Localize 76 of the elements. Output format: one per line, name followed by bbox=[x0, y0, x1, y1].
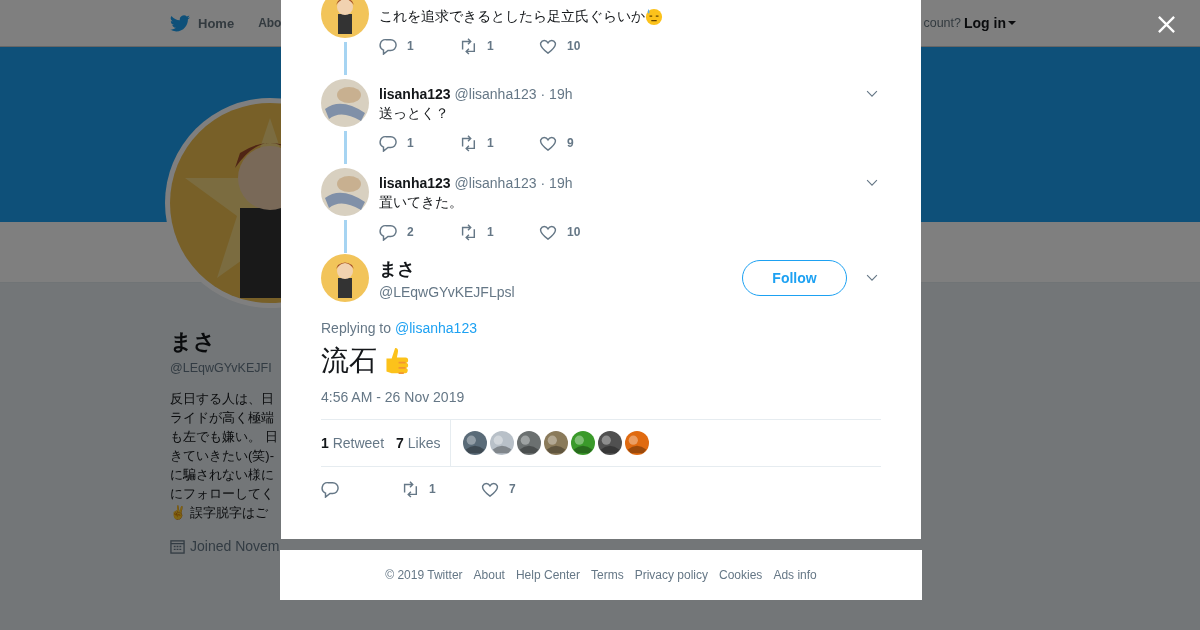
home-link[interactable]: Home bbox=[198, 15, 235, 31]
tweet-timestamp[interactable]: 4:56 AM - 26 Nov 2019 bbox=[321, 389, 881, 405]
footer-link[interactable]: About bbox=[473, 568, 505, 582]
bio-line: きていきたい(笑)- bbox=[170, 447, 274, 465]
thumbs-up-icon bbox=[383, 345, 409, 377]
tweet-text: 流石 bbox=[321, 344, 377, 378]
liker-avatar[interactable] bbox=[544, 431, 569, 455]
like-icon[interactable] bbox=[481, 480, 499, 498]
tweet-text: 送っとく？ bbox=[379, 105, 449, 123]
bio-line: ライドが高く極端 bbox=[170, 409, 274, 427]
footer-link[interactable]: Privacy policy bbox=[634, 568, 708, 582]
retweet-icon[interactable] bbox=[401, 480, 419, 498]
thread-line bbox=[343, 42, 347, 75]
footer-link[interactable]: Cookies bbox=[719, 568, 763, 582]
replying-label: Replying to bbox=[321, 320, 392, 336]
footer-link[interactable]: Ads info bbox=[773, 568, 817, 582]
liker-avatar[interactable] bbox=[517, 431, 542, 455]
retweet-count: 1 bbox=[429, 482, 436, 496]
reply-count: 1 bbox=[407, 136, 414, 150]
user-name[interactable]: まさ bbox=[379, 256, 742, 281]
bio-line: ✌ 誤字脱字はご bbox=[170, 504, 268, 522]
like-icon[interactable] bbox=[539, 223, 557, 241]
user-handle[interactable]: @lisanha123 bbox=[454, 86, 537, 102]
tweet-text: これを追求できるとしたら足立氏ぐらいか bbox=[379, 8, 645, 26]
reply-count: 2 bbox=[407, 225, 414, 239]
copyright-text: © 2019 Twitter bbox=[385, 568, 463, 582]
footer-link[interactable]: Terms bbox=[591, 568, 624, 582]
liker-avatar[interactable] bbox=[598, 431, 623, 455]
calendar-icon bbox=[170, 538, 185, 554]
close-icon[interactable] bbox=[1157, 15, 1176, 34]
like-count: 9 bbox=[567, 136, 574, 150]
user-handle[interactable]: @lisanha123 bbox=[454, 175, 537, 191]
tweet-text: 置いてきた。 bbox=[379, 194, 463, 212]
like-count: 10 bbox=[567, 225, 581, 239]
retweet-icon[interactable] bbox=[459, 223, 477, 241]
user-handle[interactable]: @LEqwGYvKEJFLpsl bbox=[379, 283, 742, 300]
joined-date: Joined Novem bbox=[190, 538, 280, 554]
thread-line bbox=[343, 220, 347, 253]
login-button[interactable]: Log in bbox=[964, 15, 1016, 31]
reply-icon[interactable] bbox=[379, 134, 397, 152]
follow-button[interactable]: Follow bbox=[742, 260, 847, 296]
account-prompt: count? bbox=[923, 16, 961, 30]
stat-link[interactable]: 7 Likes bbox=[396, 435, 441, 451]
like-icon[interactable] bbox=[539, 37, 557, 55]
liker-avatar[interactable] bbox=[571, 431, 596, 455]
reply-count: 1 bbox=[407, 39, 414, 53]
reply-icon[interactable] bbox=[321, 480, 339, 498]
footer-link[interactable]: Help Center bbox=[515, 568, 580, 582]
liker-avatar[interactable] bbox=[463, 431, 488, 455]
tweet-time[interactable]: · 19h bbox=[540, 86, 573, 102]
like-icon[interactable] bbox=[539, 134, 557, 152]
bio-line: にフォローしてく bbox=[170, 485, 274, 503]
reply-icon[interactable] bbox=[379, 223, 397, 241]
like-count: 10 bbox=[567, 39, 581, 53]
sweat-emoji-icon bbox=[645, 8, 663, 26]
reply-icon[interactable] bbox=[379, 37, 397, 55]
tweet-time[interactable]: · 19h bbox=[540, 175, 573, 191]
user-name[interactable]: lisanha123 bbox=[379, 86, 451, 102]
retweet-count: 1 bbox=[487, 39, 494, 53]
like-count: 7 bbox=[509, 482, 516, 496]
retweet-icon[interactable] bbox=[459, 37, 477, 55]
retweet-count: 1 bbox=[487, 136, 494, 150]
bio-line: に騙されない様に bbox=[170, 466, 274, 484]
bio-line: も左でも嫌い。 日 bbox=[170, 428, 278, 446]
bio-line: 反日する人は、日 bbox=[170, 390, 274, 408]
retweet-icon[interactable] bbox=[459, 134, 477, 152]
thread-line bbox=[343, 131, 347, 164]
profile-name: まさ bbox=[170, 328, 216, 356]
mention-link[interactable]: @lisanha123 bbox=[395, 320, 477, 336]
profile-handle: @LEqwGYvKEJFI bbox=[170, 361, 272, 375]
user-name[interactable]: lisanha123 bbox=[379, 175, 451, 191]
retweet-count: 1 bbox=[487, 225, 494, 239]
stat-link[interactable]: 1 Retweet bbox=[321, 435, 385, 451]
liker-avatar[interactable] bbox=[625, 431, 650, 455]
nav-link[interactable]: Abo bbox=[258, 16, 282, 30]
caret-icon bbox=[1008, 21, 1016, 25]
